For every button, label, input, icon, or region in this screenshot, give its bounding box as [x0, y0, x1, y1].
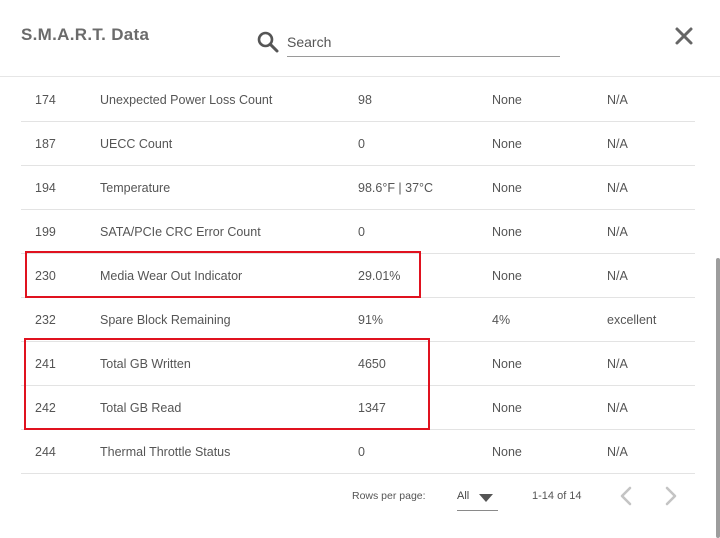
attribute-threshold: None — [492, 269, 522, 283]
attribute-id: 244 — [35, 445, 56, 459]
rows-per-page-select[interactable]: All — [457, 486, 498, 511]
attribute-name: Total GB Read — [100, 401, 182, 415]
attribute-name: Temperature — [100, 181, 171, 195]
chevron-right-icon[interactable] — [662, 485, 680, 507]
attribute-name: UECC Count — [100, 137, 173, 151]
attribute-threshold: None — [492, 137, 522, 151]
attribute-threshold: None — [492, 401, 522, 415]
attribute-threshold: None — [492, 225, 522, 239]
close-icon[interactable] — [674, 26, 694, 46]
dialog-header: S.M.A.R.T. Data — [0, 0, 720, 77]
attribute-value: 1347 — [358, 401, 386, 415]
pagination-range: 1-14 of 14 — [532, 490, 582, 502]
rows-per-page-label: Rows per page: — [352, 490, 426, 502]
search-icon[interactable] — [256, 30, 280, 54]
chevron-down-icon — [479, 494, 493, 502]
attribute-name: Unexpected Power Loss Count — [100, 93, 273, 107]
table-row: 199 SATA/PCIe CRC Error Count 0 None N/A — [21, 210, 695, 254]
table-row: 244 Thermal Throttle Status 0 None N/A — [21, 430, 695, 474]
table-row: 241 Total GB Written 4650 None N/A — [21, 342, 695, 386]
attribute-name: Spare Block Remaining — [100, 313, 231, 327]
attribute-value: 98.6°F | 37°C — [358, 181, 434, 195]
attribute-threshold: None — [492, 181, 522, 195]
attribute-threshold: 4% — [492, 313, 511, 327]
table-row: 174 Unexpected Power Loss Count 98 None … — [21, 78, 695, 122]
attribute-status: excellent — [607, 313, 657, 327]
attribute-name: Thermal Throttle Status — [100, 445, 231, 459]
search-box — [256, 28, 560, 58]
chevron-left-icon[interactable] — [617, 485, 635, 507]
attribute-id: 242 — [35, 401, 56, 415]
table-row: 194 Temperature 98.6°F | 37°C None N/A — [21, 166, 695, 210]
attribute-status: N/A — [607, 445, 628, 459]
attribute-status: N/A — [607, 137, 628, 151]
attribute-id: 241 — [35, 357, 56, 371]
smart-data-dialog: S.M.A.R.T. Data 174 Unexpected Power Los… — [0, 0, 720, 538]
table-row: 232 Spare Block Remaining 91% 4% excelle… — [21, 298, 695, 342]
attribute-threshold: None — [492, 93, 522, 107]
attribute-status: N/A — [607, 401, 628, 415]
attribute-value: 0 — [358, 225, 365, 239]
rows-per-page-value: All — [457, 490, 470, 502]
attribute-id: 187 — [35, 137, 56, 151]
attribute-name: Total GB Written — [100, 357, 191, 371]
table-pagination: Rows per page: All 1-14 of 14 — [0, 470, 720, 538]
table-row: 242 Total GB Read 1347 None N/A — [21, 386, 695, 430]
attribute-value: 98 — [358, 93, 372, 107]
attribute-status: N/A — [607, 357, 628, 371]
attribute-id: 174 — [35, 93, 56, 107]
attribute-status: N/A — [607, 225, 628, 239]
attribute-threshold: None — [492, 357, 522, 371]
attribute-status: N/A — [607, 181, 628, 195]
attribute-value: 29.01% — [358, 269, 401, 283]
attribute-id: 194 — [35, 181, 56, 195]
smart-attributes-table: 174 Unexpected Power Loss Count 98 None … — [21, 78, 695, 474]
attribute-status: N/A — [607, 93, 628, 107]
attribute-name: Media Wear Out Indicator — [100, 269, 243, 283]
table-row: 230 Media Wear Out Indicator 29.01% None… — [21, 254, 695, 298]
attribute-value: 91% — [358, 313, 384, 327]
attribute-value: 0 — [358, 445, 365, 459]
attribute-value: 4650 — [358, 357, 386, 371]
table-row: 187 UECC Count 0 None N/A — [21, 122, 695, 166]
attribute-status: N/A — [607, 269, 628, 283]
dialog-title: S.M.A.R.T. Data — [21, 25, 150, 44]
attribute-id: 199 — [35, 225, 56, 239]
attribute-id: 230 — [35, 269, 56, 283]
search-input[interactable] — [287, 28, 560, 57]
attribute-name: SATA/PCIe CRC Error Count — [100, 225, 261, 239]
attribute-id: 232 — [35, 313, 56, 327]
attribute-value: 0 — [358, 137, 365, 151]
attribute-threshold: None — [492, 445, 522, 459]
